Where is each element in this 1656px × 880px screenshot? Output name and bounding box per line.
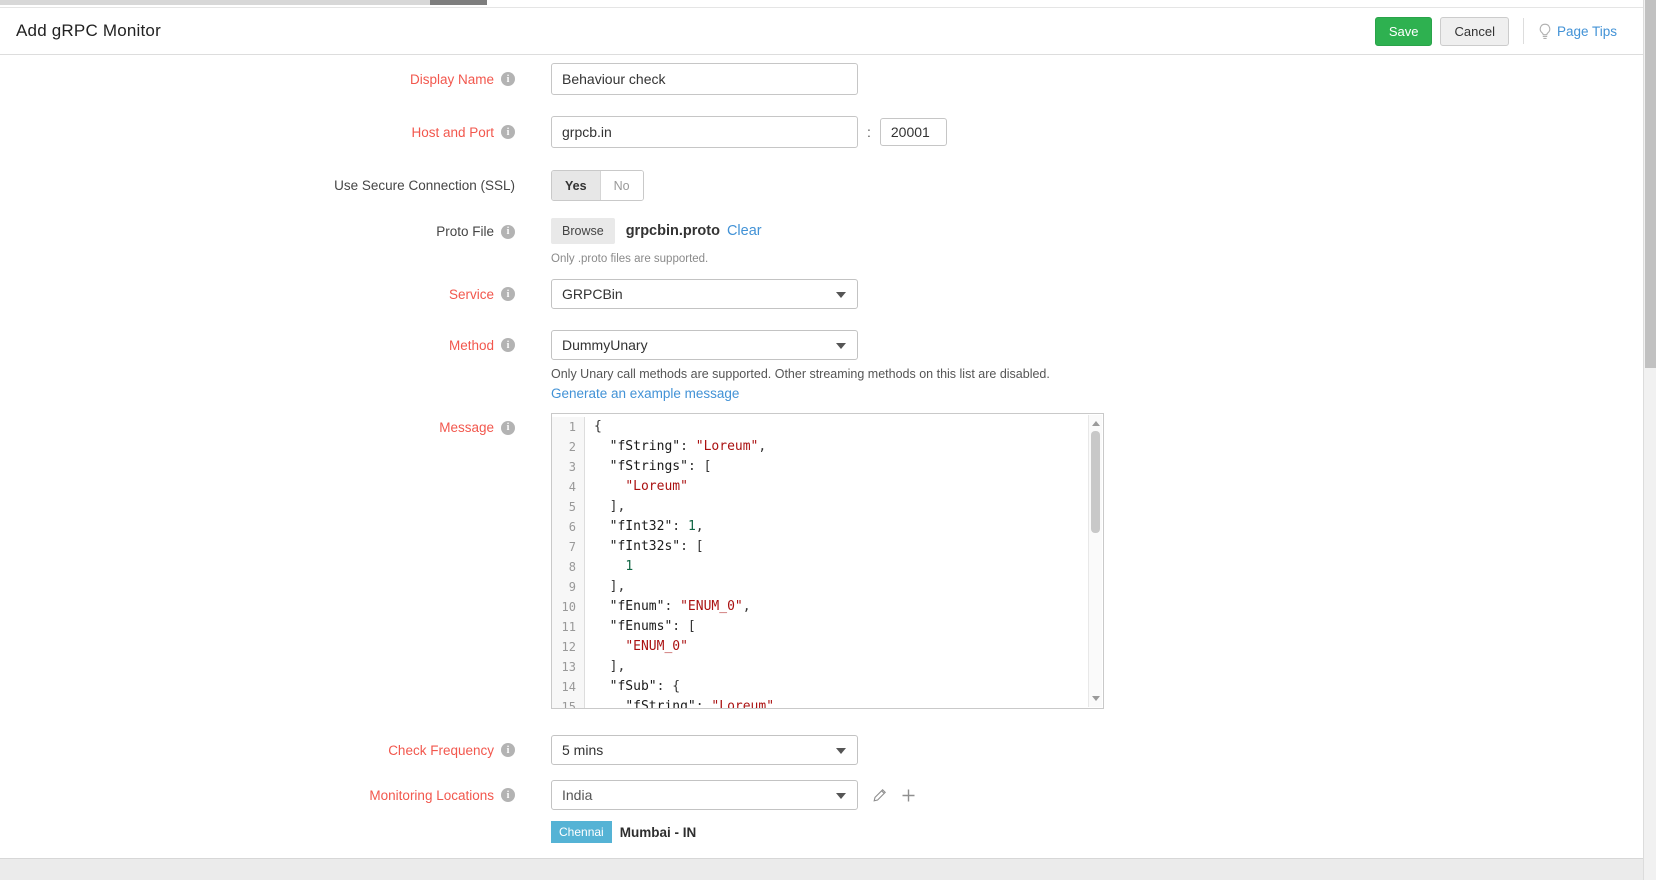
generate-example-message-link[interactable]: Generate an example message xyxy=(551,386,739,401)
info-icon[interactable]: i xyxy=(501,788,515,802)
proto-file-name: grpcbin.proto xyxy=(626,223,720,239)
display-name-input[interactable] xyxy=(551,63,858,95)
info-icon[interactable]: i xyxy=(501,287,515,301)
location-chip-chennai[interactable]: Chennai xyxy=(551,821,612,843)
check-frequency-label: Check Frequency xyxy=(388,743,494,758)
code-line: 8 1 xyxy=(552,557,1088,577)
page: Add gRPC Monitor Save Cancel Page Tips D… xyxy=(0,0,1656,880)
proto-file-label: Proto File xyxy=(436,224,494,239)
caret-down-icon xyxy=(836,292,846,298)
code-line: 6 "fInt32": 1, xyxy=(552,517,1088,537)
code-line: 2 "fString": "Loreum", xyxy=(552,437,1088,457)
monitoring-locations-label: Monitoring Locations xyxy=(369,788,494,803)
display-name-label: Display Name xyxy=(410,72,494,87)
host-input[interactable] xyxy=(551,116,858,148)
code-line: 4 "Loreum" xyxy=(552,477,1088,497)
host-port-separator: : xyxy=(867,124,871,140)
monitoring-locations-value: India xyxy=(562,787,592,803)
code-line: 10 "fEnum": "ENUM_0", xyxy=(552,597,1088,617)
port-input[interactable] xyxy=(880,118,947,146)
clear-link[interactable]: Clear xyxy=(727,223,762,239)
bottom-band xyxy=(0,858,1643,880)
page-tips-link[interactable]: Page Tips xyxy=(1538,23,1617,40)
page-tips-label: Page Tips xyxy=(1557,24,1617,39)
add-location-button[interactable] xyxy=(901,788,916,803)
browser-edge-strip-dark xyxy=(430,0,487,5)
save-button[interactable]: Save xyxy=(1375,17,1433,46)
code-line: 5 ], xyxy=(552,497,1088,517)
method-select[interactable]: DummyUnary xyxy=(551,330,858,360)
code-line: 14 "fSub": { xyxy=(552,677,1088,697)
code-line: 12 "ENUM_0" xyxy=(552,637,1088,657)
cancel-button[interactable]: Cancel xyxy=(1440,17,1508,46)
edit-locations-button[interactable] xyxy=(872,788,887,803)
service-select[interactable]: GRPCBin xyxy=(551,279,858,309)
message-code: 1{2 "fString": "Loreum",3 "fStrings": [4… xyxy=(552,414,1088,708)
info-icon[interactable]: i xyxy=(501,421,515,435)
header-actions: Save Cancel Page Tips xyxy=(1375,8,1617,54)
browser-edge-strip xyxy=(0,0,487,5)
proto-file-helper: Only .proto files are supported. xyxy=(551,253,762,265)
method-select-value: DummyUnary xyxy=(562,337,648,353)
plus-icon xyxy=(901,788,916,803)
check-frequency-value: 5 mins xyxy=(562,742,603,758)
editor-scrollbar-thumb[interactable] xyxy=(1091,431,1100,533)
code-line: 9 ], xyxy=(552,577,1088,597)
ssl-no-option[interactable]: No xyxy=(601,171,643,200)
code-line: 1{ xyxy=(552,417,1088,437)
scroll-up-icon[interactable] xyxy=(1092,421,1100,426)
check-frequency-select[interactable]: 5 mins xyxy=(551,735,858,765)
service-label: Service xyxy=(449,287,494,302)
code-line: 7 "fInt32s": [ xyxy=(552,537,1088,557)
page-title: Add gRPC Monitor xyxy=(16,21,161,41)
service-select-value: GRPCBin xyxy=(562,286,623,302)
browse-button[interactable]: Browse xyxy=(551,218,615,244)
header-divider xyxy=(1523,18,1524,44)
header-bar: Add gRPC Monitor Save Cancel Page Tips xyxy=(0,7,1643,55)
method-helper: Only Unary call methods are supported. O… xyxy=(551,367,1050,381)
lightbulb-icon xyxy=(1538,23,1552,40)
monitoring-locations-select[interactable]: India xyxy=(551,780,858,810)
scroll-down-icon[interactable] xyxy=(1092,696,1100,701)
method-label: Method xyxy=(449,338,494,353)
info-icon[interactable]: i xyxy=(501,72,515,86)
location-option-mumbai[interactable]: Mumbai - IN xyxy=(620,825,697,840)
ssl-yes-option[interactable]: Yes xyxy=(552,171,601,200)
code-line: 13 ], xyxy=(552,657,1088,677)
caret-down-icon xyxy=(836,343,846,349)
info-icon[interactable]: i xyxy=(501,225,515,239)
ssl-toggle: Yes No xyxy=(551,170,644,201)
code-line: 11 "fEnums": [ xyxy=(552,617,1088,637)
info-icon[interactable]: i xyxy=(501,125,515,139)
code-line: 3 "fStrings": [ xyxy=(552,457,1088,477)
ssl-label: Use Secure Connection (SSL) xyxy=(334,178,515,193)
code-line: 15 "fString": "Loreum" xyxy=(552,697,1088,708)
caret-down-icon xyxy=(836,793,846,799)
host-and-port-label: Host and Port xyxy=(411,125,494,140)
page-scrollbar-thumb[interactable] xyxy=(1645,0,1656,368)
page-scrollbar[interactable] xyxy=(1643,0,1656,880)
info-icon[interactable]: i xyxy=(501,338,515,352)
editor-scrollbar[interactable] xyxy=(1088,415,1102,707)
caret-down-icon xyxy=(836,748,846,754)
pencil-icon xyxy=(872,788,887,803)
info-icon[interactable]: i xyxy=(501,743,515,757)
message-label: Message xyxy=(439,420,494,435)
message-editor[interactable]: 1{2 "fString": "Loreum",3 "fStrings": [4… xyxy=(551,413,1104,709)
